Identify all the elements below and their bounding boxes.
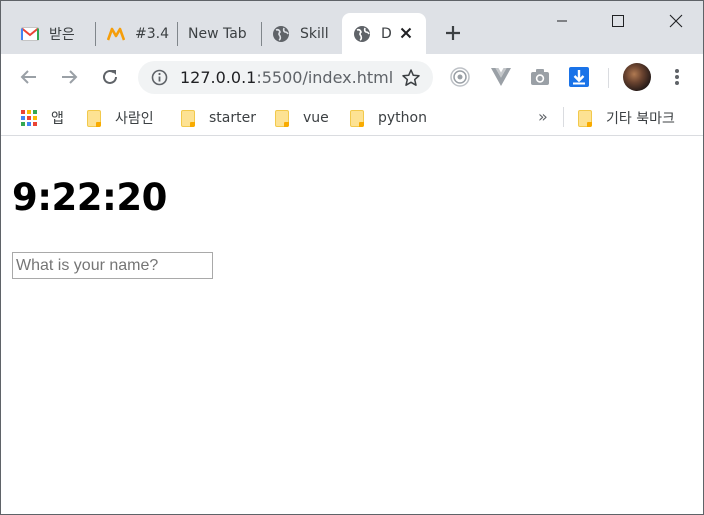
minimize-icon bbox=[557, 20, 567, 22]
bookmark-folder[interactable]: python bbox=[350, 107, 427, 129]
bookmark-label: 기타 북마크 bbox=[606, 111, 675, 127]
bookmarks-bar: 앱 사람인 starter vue python » 기타 북마크 bbox=[1, 100, 703, 136]
camera-icon[interactable] bbox=[529, 66, 551, 88]
tab-gmail[interactable]: 받은 bbox=[21, 13, 83, 54]
folder-icon bbox=[350, 109, 364, 127]
new-tab-button[interactable] bbox=[441, 21, 465, 45]
tab-new-tab[interactable]: New Tab bbox=[188, 13, 258, 54]
tab-separator bbox=[177, 22, 178, 46]
plus-icon bbox=[446, 26, 460, 40]
toolbar-separator bbox=[608, 68, 609, 88]
address-url: 127.0.0.1:5500/index.html bbox=[180, 68, 393, 87]
bookmark-folder[interactable]: starter bbox=[181, 107, 256, 129]
bookmark-label: 사람인 bbox=[115, 111, 154, 127]
tab-active[interactable]: D bbox=[342, 13, 426, 54]
url-path: :5500/index.html bbox=[256, 68, 394, 87]
tab-label: D bbox=[381, 25, 392, 42]
reload-button[interactable] bbox=[96, 63, 124, 91]
star-icon bbox=[402, 69, 420, 86]
globe-icon bbox=[272, 25, 290, 43]
bookmark-label: vue bbox=[303, 110, 329, 126]
name-input[interactable] bbox=[12, 252, 213, 279]
tab-label: New Tab bbox=[188, 25, 247, 42]
avatar[interactable] bbox=[623, 63, 651, 91]
globe-icon bbox=[353, 25, 371, 43]
menu-icon[interactable] bbox=[667, 66, 687, 88]
tab-separator bbox=[95, 22, 96, 46]
url-host: 127.0.0.1 bbox=[180, 68, 257, 87]
bookmark-apps[interactable]: 앱 bbox=[21, 107, 64, 129]
folder-icon bbox=[578, 109, 592, 127]
back-arrow-icon bbox=[20, 70, 36, 84]
bookmark-label: starter bbox=[209, 110, 256, 126]
back-button[interactable] bbox=[15, 63, 43, 91]
apps-grid-icon bbox=[21, 110, 37, 126]
close-window-icon bbox=[669, 14, 683, 28]
forward-button[interactable] bbox=[55, 63, 83, 91]
bookmark-other[interactable]: 기타 북마크 bbox=[578, 107, 675, 129]
tab-label: Skill bbox=[300, 25, 329, 42]
folder-icon bbox=[181, 109, 195, 127]
info-icon bbox=[151, 69, 168, 86]
orange-m-icon bbox=[107, 25, 125, 43]
bookmark-folder[interactable]: vue bbox=[275, 107, 329, 129]
tab-label: #3.4 bbox=[135, 25, 169, 42]
bookmarks-overflow-button[interactable]: » bbox=[538, 107, 548, 126]
tab-strip: 받은 #3.4 New Tab Skill D bbox=[1, 1, 703, 54]
folder-icon bbox=[87, 109, 101, 127]
tab-separator bbox=[261, 22, 262, 46]
bookmarks-separator bbox=[563, 107, 564, 127]
page-content: 9:22:20 bbox=[1, 141, 703, 514]
browser-window: 받은 #3.4 New Tab Skill D 127.0.0.1:5500/i… bbox=[0, 0, 704, 515]
tab-skill[interactable]: Skill bbox=[272, 13, 334, 54]
maximize-icon bbox=[612, 15, 624, 27]
gmail-icon bbox=[21, 25, 39, 43]
maximize-button[interactable] bbox=[595, 1, 641, 41]
bookmark-label: python bbox=[378, 110, 427, 126]
tab-label: 받은 bbox=[49, 26, 75, 43]
toolbar: 127.0.0.1:5500/index.html bbox=[1, 54, 703, 100]
forward-arrow-icon bbox=[62, 70, 78, 84]
close-icon[interactable] bbox=[398, 25, 414, 41]
clock-display: 9:22:20 bbox=[12, 176, 167, 219]
minimize-button[interactable] bbox=[539, 1, 585, 41]
download-icon[interactable] bbox=[568, 66, 590, 88]
bookmark-folder[interactable]: 사람인 bbox=[87, 107, 154, 129]
address-bar[interactable]: 127.0.0.1:5500/index.html bbox=[138, 61, 433, 94]
extension-target-icon[interactable] bbox=[449, 66, 471, 88]
tab-course[interactable]: #3.4 bbox=[107, 13, 169, 54]
close-window-button[interactable] bbox=[653, 1, 699, 41]
bookmark-label: 앱 bbox=[51, 111, 64, 127]
vue-devtools-icon[interactable] bbox=[490, 66, 512, 88]
reload-icon bbox=[103, 69, 117, 84]
folder-icon bbox=[275, 109, 289, 127]
